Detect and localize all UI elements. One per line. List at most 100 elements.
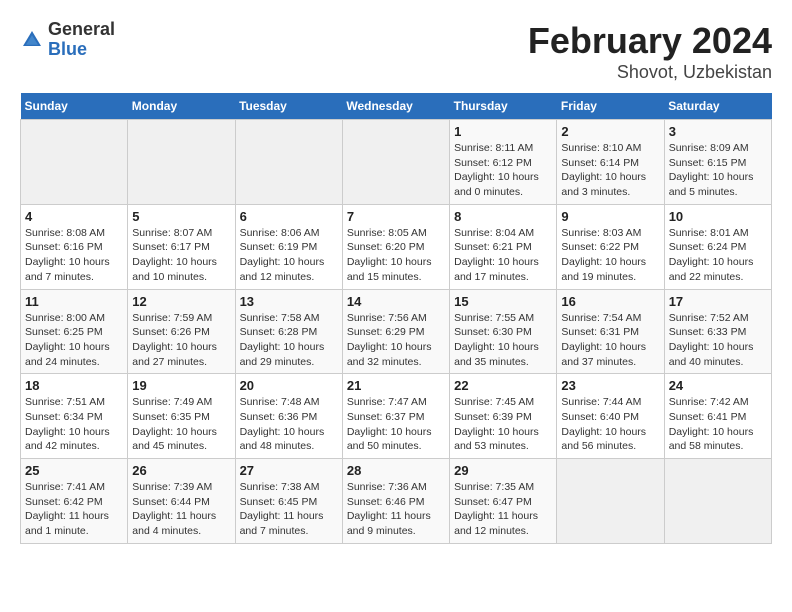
logo-blue: Blue	[48, 40, 115, 60]
calendar-cell: 11Sunrise: 8:00 AM Sunset: 6:25 PM Dayli…	[21, 289, 128, 374]
calendar-cell: 22 Sunrise: 7:45 AM Sunset: 6:39 PM Dayli…	[450, 374, 557, 459]
calendar-cell: 28Sunrise: 7:36 AM Sunset: 6:46 PM Dayli…	[342, 459, 449, 544]
weekday-header-row: SundayMondayTuesdayWednesdayThursdayFrid…	[21, 93, 772, 120]
calendar-cell: 6Sunrise: 8:06 AM Sunset: 6:19 PM Daylig…	[235, 204, 342, 289]
day-info: Sunrise: 7:39 AM Sunset: 6:44 PM Dayligh…	[132, 480, 230, 539]
day-info: Sunrise: 7:54 AM Sunset: 6:31 PM Dayligh…	[561, 311, 659, 370]
day-number: 24	[669, 378, 767, 393]
day-info: Sunrise: 8:01 AM Sunset: 6:24 PM Dayligh…	[669, 226, 767, 285]
day-info: Sunrise: 7:42 AM Sunset: 6:41 PM Dayligh…	[669, 395, 767, 454]
day-number: 23	[561, 378, 659, 393]
weekday-header: Sunday	[21, 93, 128, 120]
weekday-header: Tuesday	[235, 93, 342, 120]
day-number: 7	[347, 209, 445, 224]
calendar-cell: 2 Sunrise: 8:10 AM Sunset: 6:14 PM Daylig…	[557, 120, 664, 205]
day-info: Sunrise: 8:10 AM Sunset: 6:14 PM Dayligh…	[561, 141, 659, 200]
weekday-header: Monday	[128, 93, 235, 120]
day-info: Sunrise: 7:55 AM Sunset: 6:30 PM Dayligh…	[454, 311, 552, 370]
calendar-cell: 20 Sunrise: 7:48 AM Sunset: 6:36 PM Dayli…	[235, 374, 342, 459]
day-number: 8	[454, 209, 552, 224]
day-number: 26	[132, 463, 230, 478]
calendar-cell: 25Sunrise: 7:41 AM Sunset: 6:42 PM Dayli…	[21, 459, 128, 544]
calendar-cell: 5 Sunrise: 8:07 AM Sunset: 6:17 PM Daylig…	[128, 204, 235, 289]
day-number: 18	[25, 378, 123, 393]
day-number: 27	[240, 463, 338, 478]
day-info: Sunrise: 7:51 AM Sunset: 6:34 PM Dayligh…	[25, 395, 123, 454]
day-number: 3	[669, 124, 767, 139]
day-number: 17	[669, 294, 767, 309]
calendar-week-row: 18 Sunrise: 7:51 AM Sunset: 6:34 PM Dayli…	[21, 374, 772, 459]
day-number: 29	[454, 463, 552, 478]
day-info: Sunrise: 8:08 AM Sunset: 6:16 PM Dayligh…	[25, 226, 123, 285]
day-info: Sunrise: 8:07 AM Sunset: 6:17 PM Dayligh…	[132, 226, 230, 285]
weekday-header: Friday	[557, 93, 664, 120]
logo: General Blue	[20, 20, 115, 60]
day-number: 4	[25, 209, 123, 224]
day-info: Sunrise: 7:45 AM Sunset: 6:39 PM Dayligh…	[454, 395, 552, 454]
day-info: Sunrise: 7:52 AM Sunset: 6:33 PM Dayligh…	[669, 311, 767, 370]
logo-text: General Blue	[48, 20, 115, 60]
logo-general: General	[48, 20, 115, 40]
page-header: General Blue February 2024 Shovot, Uzbek…	[20, 20, 772, 83]
calendar-cell: 17 Sunrise: 7:52 AM Sunset: 6:33 PM Dayli…	[664, 289, 771, 374]
calendar-cell	[557, 459, 664, 544]
day-info: Sunrise: 8:03 AM Sunset: 6:22 PM Dayligh…	[561, 226, 659, 285]
weekday-header: Saturday	[664, 93, 771, 120]
page-title: February 2024	[528, 20, 772, 62]
calendar-cell	[128, 120, 235, 205]
calendar-cell: 19 Sunrise: 7:49 AM Sunset: 6:35 PM Dayli…	[128, 374, 235, 459]
day-number: 5	[132, 209, 230, 224]
calendar-cell: 23Sunrise: 7:44 AM Sunset: 6:40 PM Dayli…	[557, 374, 664, 459]
calendar-week-row: 4 Sunrise: 8:08 AM Sunset: 6:16 PM Daylig…	[21, 204, 772, 289]
day-info: Sunrise: 8:04 AM Sunset: 6:21 PM Dayligh…	[454, 226, 552, 285]
day-number: 20	[240, 378, 338, 393]
calendar-cell: 12 Sunrise: 7:59 AM Sunset: 6:26 PM Dayli…	[128, 289, 235, 374]
calendar-week-row: 25Sunrise: 7:41 AM Sunset: 6:42 PM Dayli…	[21, 459, 772, 544]
day-number: 14	[347, 294, 445, 309]
calendar-cell: 21Sunrise: 7:47 AM Sunset: 6:37 PM Dayli…	[342, 374, 449, 459]
calendar-cell: 10Sunrise: 8:01 AM Sunset: 6:24 PM Dayli…	[664, 204, 771, 289]
calendar-cell: 13Sunrise: 7:58 AM Sunset: 6:28 PM Dayli…	[235, 289, 342, 374]
calendar-cell	[21, 120, 128, 205]
day-number: 12	[132, 294, 230, 309]
day-info: Sunrise: 7:49 AM Sunset: 6:35 PM Dayligh…	[132, 395, 230, 454]
day-info: Sunrise: 8:09 AM Sunset: 6:15 PM Dayligh…	[669, 141, 767, 200]
calendar-cell: 29Sunrise: 7:35 AM Sunset: 6:47 PM Dayli…	[450, 459, 557, 544]
day-number: 11	[25, 294, 123, 309]
logo-icon	[20, 28, 44, 52]
calendar-cell: 26 Sunrise: 7:39 AM Sunset: 6:44 PM Dayli…	[128, 459, 235, 544]
calendar-cell: 3 Sunrise: 8:09 AM Sunset: 6:15 PM Daylig…	[664, 120, 771, 205]
day-number: 16	[561, 294, 659, 309]
calendar-cell: 27Sunrise: 7:38 AM Sunset: 6:45 PM Dayli…	[235, 459, 342, 544]
weekday-header: Thursday	[450, 93, 557, 120]
title-block: February 2024 Shovot, Uzbekistan	[528, 20, 772, 83]
day-number: 2	[561, 124, 659, 139]
day-info: Sunrise: 7:58 AM Sunset: 6:28 PM Dayligh…	[240, 311, 338, 370]
calendar-cell: 15Sunrise: 7:55 AM Sunset: 6:30 PM Dayli…	[450, 289, 557, 374]
calendar-cell	[664, 459, 771, 544]
calendar-table: SundayMondayTuesdayWednesdayThursdayFrid…	[20, 93, 772, 544]
calendar-body: 1Sunrise: 8:11 AM Sunset: 6:12 PM Daylig…	[21, 120, 772, 544]
day-info: Sunrise: 8:06 AM Sunset: 6:19 PM Dayligh…	[240, 226, 338, 285]
page-subtitle: Shovot, Uzbekistan	[528, 62, 772, 83]
calendar-cell	[342, 120, 449, 205]
day-info: Sunrise: 7:59 AM Sunset: 6:26 PM Dayligh…	[132, 311, 230, 370]
calendar-header: SundayMondayTuesdayWednesdayThursdayFrid…	[21, 93, 772, 120]
calendar-cell: 16 Sunrise: 7:54 AM Sunset: 6:31 PM Dayli…	[557, 289, 664, 374]
day-number: 22	[454, 378, 552, 393]
calendar-cell: 14 Sunrise: 7:56 AM Sunset: 6:29 PM Dayli…	[342, 289, 449, 374]
calendar-cell: 4 Sunrise: 8:08 AM Sunset: 6:16 PM Daylig…	[21, 204, 128, 289]
calendar-cell: 9Sunrise: 8:03 AM Sunset: 6:22 PM Daylig…	[557, 204, 664, 289]
weekday-header: Wednesday	[342, 93, 449, 120]
calendar-week-row: 11Sunrise: 8:00 AM Sunset: 6:25 PM Dayli…	[21, 289, 772, 374]
day-number: 19	[132, 378, 230, 393]
day-number: 28	[347, 463, 445, 478]
day-info: Sunrise: 7:48 AM Sunset: 6:36 PM Dayligh…	[240, 395, 338, 454]
day-info: Sunrise: 8:11 AM Sunset: 6:12 PM Dayligh…	[454, 141, 552, 200]
calendar-cell: 1Sunrise: 8:11 AM Sunset: 6:12 PM Daylig…	[450, 120, 557, 205]
calendar-cell: 7Sunrise: 8:05 AM Sunset: 6:20 PM Daylig…	[342, 204, 449, 289]
calendar-week-row: 1Sunrise: 8:11 AM Sunset: 6:12 PM Daylig…	[21, 120, 772, 205]
calendar-cell: 24 Sunrise: 7:42 AM Sunset: 6:41 PM Dayli…	[664, 374, 771, 459]
day-info: Sunrise: 7:56 AM Sunset: 6:29 PM Dayligh…	[347, 311, 445, 370]
day-info: Sunrise: 7:47 AM Sunset: 6:37 PM Dayligh…	[347, 395, 445, 454]
